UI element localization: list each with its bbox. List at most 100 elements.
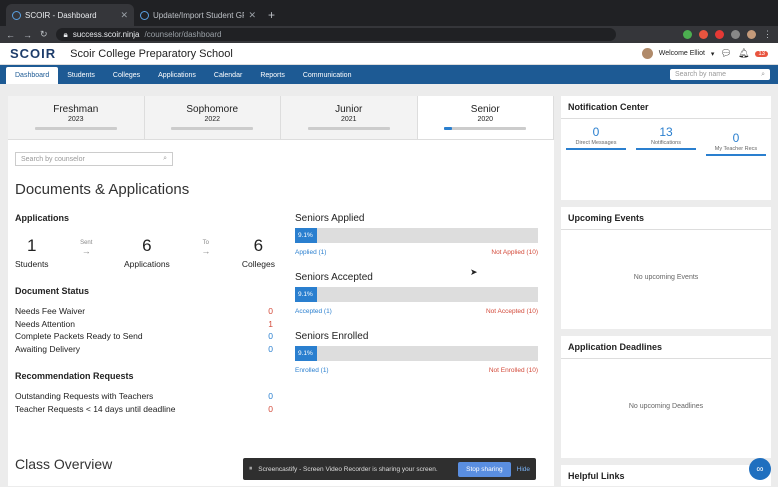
class-tab-senior[interactable]: Senior 2020 [417,96,554,139]
stat-label: Direct Messages [575,140,617,146]
name-search-input[interactable]: Search by name ⌕ [670,69,770,80]
chat-link-icon[interactable]: ∞ [749,458,771,480]
profile-avatar-icon[interactable] [747,30,756,39]
tab-calendar[interactable]: Calendar [205,67,251,84]
class-tab-freshman[interactable]: Freshman 2023 [8,96,145,139]
row-value[interactable]: 0 [268,404,273,417]
school-name: Scoir College Preparatory School [70,47,233,60]
row-value[interactable]: 1 [268,319,273,332]
application-deadlines-title: Application Deadlines [561,336,771,359]
counselor-search-input[interactable]: Search by counselor ⌕ [15,152,173,166]
row-value[interactable]: 0 [268,331,273,344]
direct-messages-stat[interactable]: 0 Direct Messages [566,125,626,156]
list-item[interactable]: Complete Packets Ready to Send 0 [15,331,273,344]
list-item[interactable]: Needs Fee Waiver 0 [15,306,273,319]
class-progress-fill [444,127,452,130]
class-progress-bar [171,127,254,130]
class-year-tabs: Freshman 2023 Sophomore 2022 Junior 2021… [8,96,554,140]
recommendation-list: Outstanding Requests with Teachers 0 Teac… [15,391,273,416]
row-label: Teacher Requests < 14 days until deadlin… [15,403,176,414]
applications-stat[interactable]: 6 Applications [124,236,170,269]
colleges-label: Colleges [241,259,275,269]
colleges-stat[interactable]: 6 Colleges [242,236,275,269]
seniors-enrolled: Seniors Enrolled 9.1% Enrolled (1) Not En… [295,331,538,374]
tab-dashboard[interactable]: Dashboard [6,67,59,84]
row-value[interactable]: 0 [268,344,273,357]
list-item[interactable]: Teacher Requests < 14 days until deadlin… [15,404,273,417]
main-nav: Dashboard Students Colleges Applications… [0,65,778,84]
pause-icon: ⏸ [249,465,253,472]
progress-fill: 9.1% [295,346,318,361]
close-tab-icon[interactable]: ✕ [120,10,128,21]
recommendation-heading: Recommendation Requests [15,371,134,381]
stop-sharing-button[interactable]: Stop sharing [458,461,511,477]
stat-underline [636,148,696,150]
tab-students[interactable]: Students [58,67,104,84]
notification-count-badge[interactable]: 13 [755,50,768,57]
url-path: /counselor/dashboard [144,30,222,39]
applications-heading: Applications [15,213,70,223]
forward-icon[interactable]: → [23,30,32,40]
not-enrolled-link[interactable]: Not Enrolled (10) [489,367,538,374]
url-input[interactable]: 🔒︎ success.scoir.ninja/counselor/dashboa… [55,28,616,41]
browser-tab-dashboard[interactable]: SCOIR - Dashboard ✕ [6,4,134,26]
colleges-count: 6 [253,236,264,255]
message-icon[interactable]: 💬︎ [720,48,731,59]
close-tab-icon[interactable]: ✕ [248,10,256,21]
tab-colleges[interactable]: Colleges [104,67,149,84]
class-year: 2020 [477,116,494,123]
class-progress-bar [444,127,527,130]
back-icon[interactable]: ← [6,30,15,40]
helpful-links-title: Helpful Links [568,471,625,481]
tab-communication[interactable]: Communication [294,67,361,84]
extension-icon[interactable] [683,30,692,39]
list-item[interactable]: Outstanding Requests with Teachers 0 [15,391,273,404]
hide-button[interactable]: Hide [517,466,530,473]
address-bar-row: ← → ↻ 🔒︎ success.scoir.ninja/counselor/d… [0,26,778,43]
tab-reports[interactable]: Reports [251,67,294,84]
teacher-recs-stat[interactable]: 0 My Teacher Recs [706,131,766,156]
search-placeholder: Search by name [675,71,726,78]
row-value[interactable]: 0 [268,391,273,404]
not-applied-link[interactable]: Not Applied (10) [491,249,538,256]
stat-underline [566,148,626,150]
applied-link[interactable]: Applied (1) [295,249,326,256]
row-value[interactable]: 0 [268,306,273,319]
class-tab-sophomore[interactable]: Sophomore 2022 [144,96,281,139]
reload-icon[interactable]: ↻ [40,29,48,40]
enrolled-link[interactable]: Enrolled (1) [295,367,329,374]
applications-count: 6 [142,236,152,255]
not-accepted-link[interactable]: Not Accepted (10) [486,308,538,315]
chevron-down-icon[interactable]: ▾ [711,50,715,58]
list-item[interactable]: Needs Attention 1 [15,319,273,332]
arrow-right-icon: → [81,246,91,256]
browser-tab-gpa[interactable]: Update/Import Student GPA - – ✕ [134,4,262,26]
seniors-applied: Seniors Applied 9.1% Applied (1) Not Appl… [295,213,538,256]
seniors-accepted: Seniors Accepted 9.1% Accepted (1) Not Ac… [295,272,538,315]
students-label: Students [15,259,49,269]
progress-bar: 9.1% [295,287,538,302]
scoir-logo[interactable]: SCOIR [10,46,56,61]
extension-icon[interactable] [731,30,740,39]
tab-applications[interactable]: Applications [149,67,205,84]
notifications-stat[interactable]: 13 Notifications [636,125,696,156]
new-tab-icon[interactable]: + [268,8,275,22]
progress-fill: 9.1% [295,228,318,243]
welcome-menu[interactable]: Welcome Elliot [659,50,705,57]
search-icon[interactable]: ⌕ [761,71,765,79]
progress-title: Seniors Applied [295,213,365,224]
class-tab-junior[interactable]: Junior 2021 [281,96,418,139]
row-label: Needs Fee Waiver [15,306,86,316]
students-stat[interactable]: 1 Students [15,236,49,269]
search-icon[interactable]: ⌕ [163,155,167,163]
extension-icon[interactable] [715,30,724,39]
list-item[interactable]: Awaiting Delivery 0 [15,344,273,357]
stat-number: 13 [659,125,673,139]
menu-kebab-icon[interactable]: ⋮ [763,29,772,40]
accepted-link[interactable]: Accepted (1) [295,308,332,315]
class-name: Sophomore [186,104,239,115]
bell-icon[interactable]: 🔔︎ [738,48,749,59]
tab-title: Update/Import Student GPA - – [153,10,244,20]
avatar[interactable] [641,48,653,59]
extension-icon[interactable] [699,30,708,39]
